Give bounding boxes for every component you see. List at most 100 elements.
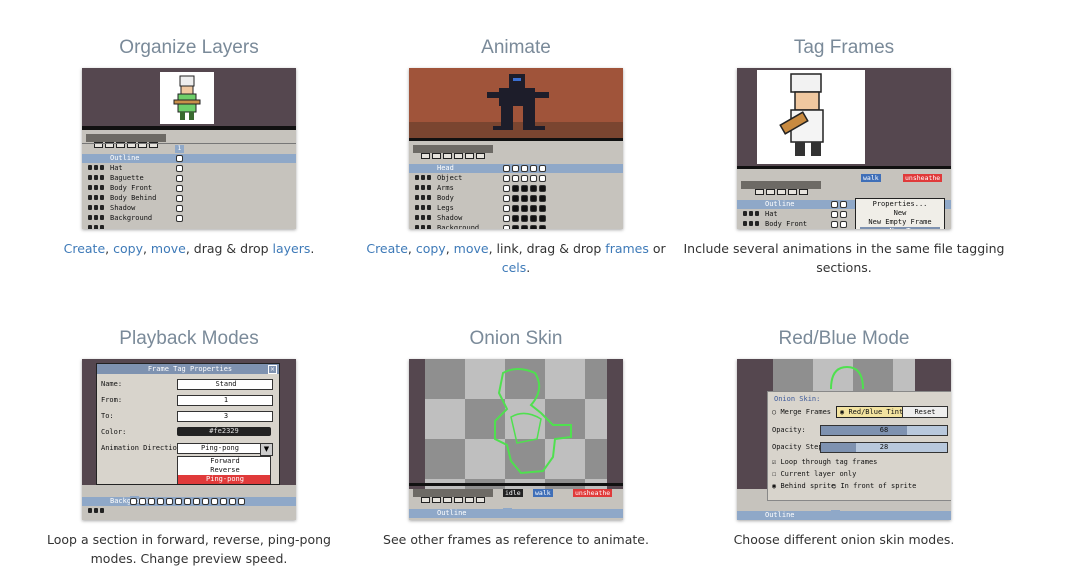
cel[interactable]: [176, 175, 183, 182]
loop-checkbox[interactable]: ☑ Loop through tag frames: [772, 458, 877, 467]
cel[interactable]: [512, 225, 519, 229]
scrollbar[interactable]: [82, 126, 296, 130]
layer-row[interactable]: Hat: [82, 164, 296, 180]
cel[interactable]: [503, 165, 510, 172]
cel[interactable]: [840, 211, 847, 218]
cel[interactable]: [202, 498, 209, 505]
layer-row[interactable]: Shadow: [82, 204, 296, 220]
layer-row[interactable]: Outline: [409, 509, 623, 518]
cel[interactable]: [130, 498, 137, 505]
cel[interactable]: [503, 195, 510, 202]
red-blue-tint-radio[interactable]: ◉ Red/Blue Tint: [836, 406, 908, 418]
cel[interactable]: [512, 205, 519, 212]
description-link[interactable]: cels: [502, 260, 527, 275]
direction-select[interactable]: Ping-pong: [177, 443, 261, 454]
frame-number[interactable]: 1: [175, 145, 184, 153]
cel[interactable]: [211, 498, 218, 505]
cel[interactable]: [512, 175, 519, 182]
cel[interactable]: [521, 215, 528, 222]
cel[interactable]: [157, 498, 164, 505]
merge-frames-radio[interactable]: ○ Merge Frames: [772, 408, 831, 417]
layer-row[interactable]: Background: [409, 224, 623, 229]
from-field[interactable]: 1: [177, 395, 273, 406]
cel[interactable]: [175, 498, 182, 505]
cel[interactable]: [521, 175, 528, 182]
cel[interactable]: [220, 498, 227, 505]
tag-walk[interactable]: walk: [861, 174, 881, 182]
cel[interactable]: [148, 498, 155, 505]
layer-row[interactable]: Background: [82, 497, 296, 513]
name-field[interactable]: Stand: [177, 379, 273, 390]
cel[interactable]: [503, 175, 510, 182]
cel[interactable]: [530, 205, 537, 212]
cel[interactable]: [229, 498, 236, 505]
cel[interactable]: [139, 498, 146, 505]
opacity-step-slider[interactable]: 28: [820, 442, 948, 453]
cel[interactable]: [539, 175, 546, 182]
description-link[interactable]: frames: [605, 241, 649, 256]
cel[interactable]: [176, 195, 183, 202]
description-link[interactable]: layers: [273, 241, 311, 256]
description-link[interactable]: copy: [113, 241, 143, 256]
cel[interactable]: [521, 205, 528, 212]
tag-unsheathe[interactable]: unsheathe: [903, 174, 943, 182]
option-reverse[interactable]: Reverse: [178, 466, 270, 475]
cel[interactable]: [539, 215, 546, 222]
color-picker[interactable]: #fe2329: [177, 427, 271, 436]
cel[interactable]: [539, 205, 546, 212]
cel[interactable]: [840, 221, 847, 228]
playback-controls[interactable]: [86, 134, 166, 148]
close-icon[interactable]: ×: [268, 365, 277, 374]
layer-row[interactable]: Body Behind: [82, 194, 296, 210]
layer-row[interactable]: Body: [409, 194, 623, 210]
menu-item[interactable]: New Empty Frame: [860, 218, 940, 227]
cel[interactable]: [539, 225, 546, 229]
cel[interactable]: [530, 195, 537, 202]
layer-row[interactable]: Background: [82, 214, 296, 229]
behind-sprite-radio[interactable]: ◉ Behind sprite: [772, 482, 835, 491]
cel[interactable]: [503, 225, 510, 229]
cel[interactable]: [176, 205, 183, 212]
tag-idle[interactable]: idle: [503, 489, 523, 497]
cel[interactable]: [176, 165, 183, 172]
layer-row[interactable]: Baguette: [82, 174, 296, 190]
cel[interactable]: [539, 195, 546, 202]
playback-controls[interactable]: [741, 181, 821, 195]
cel[interactable]: [530, 165, 537, 172]
cel[interactable]: [530, 185, 537, 192]
cel[interactable]: [530, 215, 537, 222]
option-ping-pong[interactable]: Ping-pong: [178, 475, 270, 484]
cel[interactable]: [238, 498, 245, 505]
cel[interactable]: [840, 201, 847, 208]
menu-item[interactable]: Properties...: [860, 200, 940, 209]
menu-item[interactable]: New: [860, 209, 940, 218]
cel[interactable]: [166, 498, 173, 505]
cel[interactable]: [539, 185, 546, 192]
cel[interactable]: [539, 165, 546, 172]
current-layer-checkbox[interactable]: ☐ Current layer only: [772, 470, 856, 479]
description-link[interactable]: move: [151, 241, 186, 256]
cel[interactable]: [184, 498, 191, 505]
to-field[interactable]: 3: [177, 411, 273, 422]
cel[interactable]: [512, 185, 519, 192]
tag-walk[interactable]: walk: [533, 489, 553, 497]
cel[interactable]: [521, 195, 528, 202]
layer-row[interactable]: Outline: [737, 511, 951, 520]
cel[interactable]: [521, 225, 528, 229]
layer-row[interactable]: Legs: [409, 204, 623, 220]
cel[interactable]: [521, 185, 528, 192]
option-forward[interactable]: Forward: [178, 457, 270, 466]
tag-unsheathe[interactable]: unsheathe: [573, 489, 613, 497]
cel[interactable]: [831, 221, 838, 228]
cel[interactable]: [831, 201, 838, 208]
cel[interactable]: [193, 498, 200, 505]
playback-controls[interactable]: [413, 489, 493, 503]
cel[interactable]: [512, 215, 519, 222]
layer-row[interactable]: Shadow: [409, 214, 623, 229]
layer-row[interactable]: Head: [409, 164, 623, 180]
cel[interactable]: [512, 195, 519, 202]
cel[interactable]: [503, 205, 510, 212]
cel[interactable]: [831, 211, 838, 218]
cel[interactable]: [176, 215, 183, 222]
cel[interactable]: [512, 165, 519, 172]
